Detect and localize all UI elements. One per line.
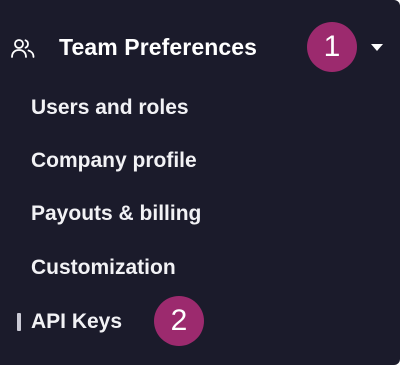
nav-item-company-profile[interactable]: Company profile [31, 146, 197, 176]
nav-item-api-keys[interactable]: API Keys [31, 307, 122, 337]
users-icon [10, 36, 36, 62]
sidebar-panel: Team Preferences 1 Users and roles Compa… [0, 0, 400, 365]
nav-item-users-and-roles[interactable]: Users and roles [31, 93, 189, 123]
step-badge-2: 2 [154, 296, 204, 346]
step-badge-1: 1 [307, 22, 357, 72]
nav-item-customization[interactable]: Customization [31, 253, 176, 283]
active-indicator [17, 313, 21, 331]
nav-item-payouts-billing[interactable]: Payouts & billing [31, 199, 201, 229]
chevron-down-icon[interactable] [371, 44, 383, 51]
section-title: Team Preferences [59, 34, 258, 60]
